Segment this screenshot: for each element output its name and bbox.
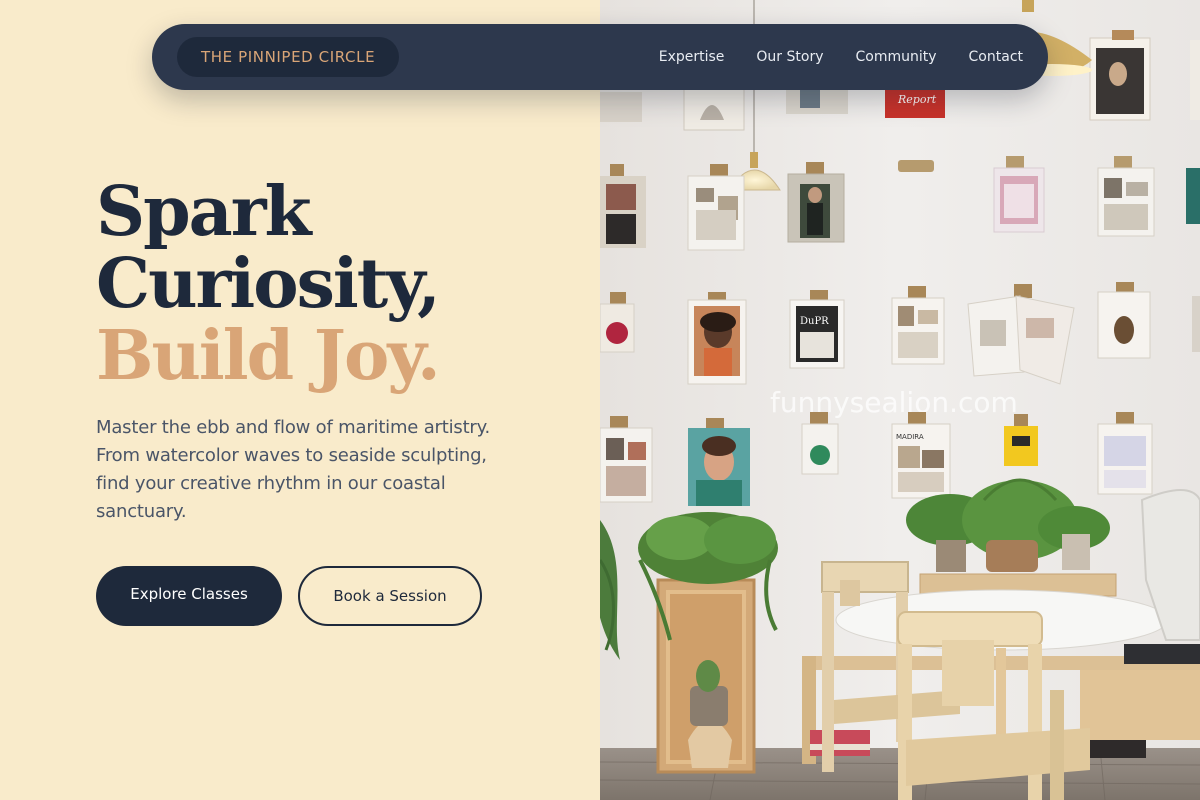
nav-link-our-story[interactable]: Our Story (756, 49, 823, 65)
nav-link-community[interactable]: Community (856, 49, 937, 65)
hero-left-panel (0, 0, 600, 800)
hero-headline: Spark Curiosity, Build Joy. (96, 172, 441, 396)
brand-logo[interactable]: THE PINNIPED CIRCLE (177, 37, 400, 77)
nav-links: Expertise Our Story Community Contact (659, 49, 1023, 65)
poster-label-report: Report (897, 93, 937, 106)
headline-line-1: Spark (96, 172, 312, 252)
cafe-wall-illustration: Report DuPR funnysealion.com MADIRA (600, 0, 1200, 800)
watermark-text: funnysealion.com (770, 386, 1018, 419)
nav-link-contact[interactable]: Contact (969, 49, 1023, 65)
headline-line-3: Build Joy. (96, 316, 441, 396)
explore-classes-button[interactable]: Explore Classes (96, 566, 282, 626)
hero-photo: Report DuPR funnysealion.com MADIRA (600, 0, 1200, 800)
poster-label-madira: MADIRA (896, 433, 924, 441)
hero-description: Master the ebb and flow of maritime arti… (96, 417, 491, 522)
book-session-button[interactable]: Book a Session (298, 566, 482, 626)
nav-link-expertise[interactable]: Expertise (659, 49, 725, 65)
poster-label-dupr: DuPR (800, 316, 829, 327)
top-navbar: THE PINNIPED CIRCLE Expertise Our Story … (152, 24, 1048, 90)
plant-stand (656, 578, 756, 774)
headline-line-2: Curiosity, (96, 244, 441, 324)
